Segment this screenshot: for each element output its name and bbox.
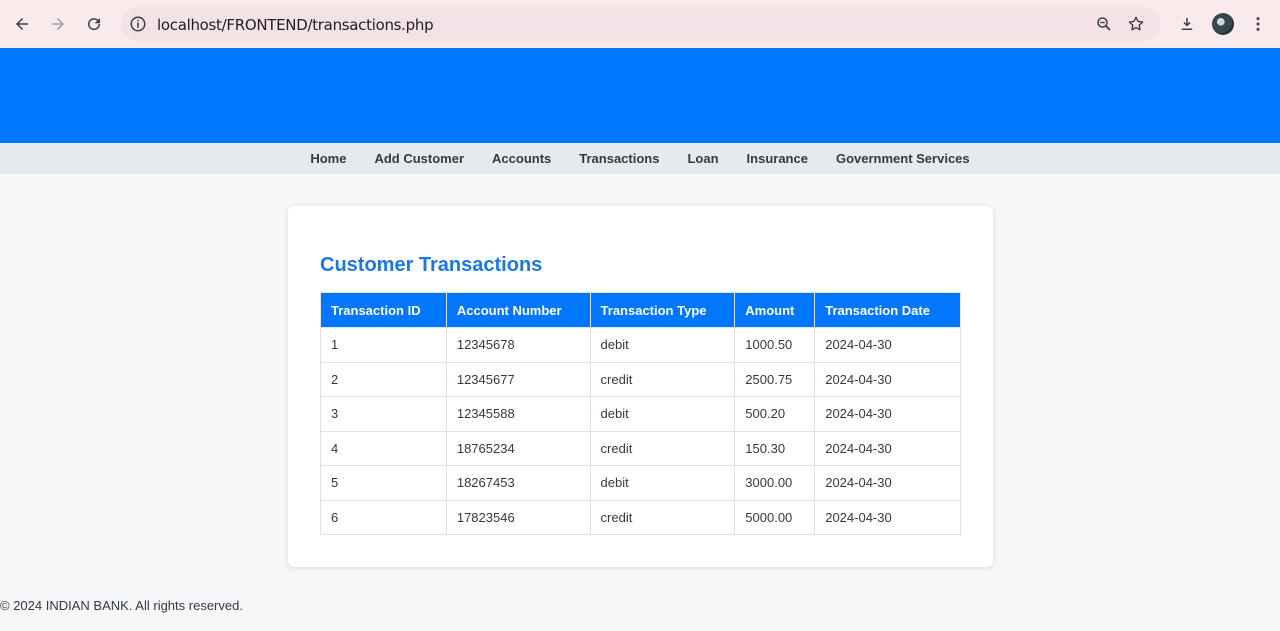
table-cell: debit: [589, 396, 736, 432]
table-cell: 12345588: [445, 396, 591, 432]
table-cell: 18765234: [445, 430, 591, 466]
table-cell: 2024-04-30: [814, 465, 961, 501]
table-cell: 1000.50: [734, 327, 816, 363]
reload-icon[interactable]: [82, 12, 106, 36]
info-icon[interactable]: [129, 15, 147, 33]
table-cell: 6: [320, 499, 447, 535]
table-cell: credit: [589, 361, 736, 397]
avatar[interactable]: [1212, 13, 1234, 35]
nav-item-home[interactable]: Home: [296, 151, 360, 166]
table-cell: 2024-04-30: [814, 361, 961, 397]
table-header-row: Transaction ID Account Number Transactio…: [320, 292, 961, 328]
table-cell: 12345677: [445, 361, 591, 397]
column-header: Account Number: [445, 292, 591, 328]
column-header: Transaction Date: [814, 292, 961, 328]
table-cell: 5000.00: [734, 499, 816, 535]
table-row: 5 18267453 debit 3000.00 2024-04-30: [320, 465, 961, 501]
transactions-card: Customer Transactions Transaction ID Acc…: [288, 206, 993, 567]
table-cell: credit: [589, 499, 736, 535]
page-title: Customer Transactions: [320, 254, 543, 276]
table-row: 3 12345588 debit 500.20 2024-04-30: [320, 396, 961, 432]
table-cell: 3: [320, 396, 447, 432]
table-cell: 2024-04-30: [814, 327, 961, 363]
table-cell: 12345678: [445, 327, 591, 363]
nav-item-loan[interactable]: Loan: [673, 151, 732, 166]
star-icon[interactable]: [1127, 15, 1145, 33]
table-cell: 2: [320, 361, 447, 397]
nav-item-insurance[interactable]: Insurance: [733, 151, 822, 166]
transactions-table: Transaction ID Account Number Transactio…: [320, 292, 961, 535]
forward-arrow-icon[interactable]: [46, 12, 70, 36]
address-bar[interactable]: localhost/FRONTEND/transactions.php: [121, 7, 1161, 41]
table-cell: 1: [320, 327, 447, 363]
url-text[interactable]: localhost/FRONTEND/transactions.php: [157, 16, 434, 34]
column-header: Amount: [734, 292, 816, 328]
zoom-icon[interactable]: [1095, 15, 1113, 33]
download-icon[interactable]: [1175, 12, 1199, 36]
column-header: Transaction ID: [320, 292, 447, 328]
table-cell: 4: [320, 430, 447, 466]
column-header: Transaction Type: [589, 292, 736, 328]
nav-item-accounts[interactable]: Accounts: [478, 151, 565, 166]
back-arrow-icon[interactable]: [10, 12, 34, 36]
main-nav: Home Add Customer Accounts Transactions …: [0, 143, 1280, 174]
table-row: 4 18765234 credit 150.30 2024-04-30: [320, 430, 961, 466]
table-row: 2 12345677 credit 2500.75 2024-04-30: [320, 361, 961, 397]
nav-item-transactions[interactable]: Transactions: [565, 151, 673, 166]
footer-text: © 2024 INDIAN BANK. All rights reserved.: [0, 598, 243, 613]
table-cell: 3000.00: [734, 465, 816, 501]
table-row: 1 12345678 debit 1000.50 2024-04-30: [320, 327, 961, 363]
table-row: 6 17823546 credit 5000.00 2024-04-30: [320, 499, 961, 535]
table-cell: 2024-04-30: [814, 430, 961, 466]
table-cell: 2024-04-30: [814, 396, 961, 432]
browser-toolbar: localhost/FRONTEND/transactions.php: [0, 0, 1280, 48]
table-cell: 17823546: [445, 499, 591, 535]
table-cell: credit: [589, 430, 736, 466]
table-cell: 2024-04-30: [814, 499, 961, 535]
table-cell: 150.30: [734, 430, 816, 466]
table-cell: 500.20: [734, 396, 816, 432]
nav-item-add-customer[interactable]: Add Customer: [360, 151, 478, 166]
table-cell: debit: [589, 327, 736, 363]
kebab-menu-icon[interactable]: [1246, 12, 1270, 36]
table-cell: 2500.75: [734, 361, 816, 397]
table-cell: debit: [589, 465, 736, 501]
nav-item-government-services[interactable]: Government Services: [822, 151, 984, 166]
table-cell: 5: [320, 465, 447, 501]
header-banner: [0, 48, 1280, 143]
table-cell: 18267453: [445, 465, 591, 501]
